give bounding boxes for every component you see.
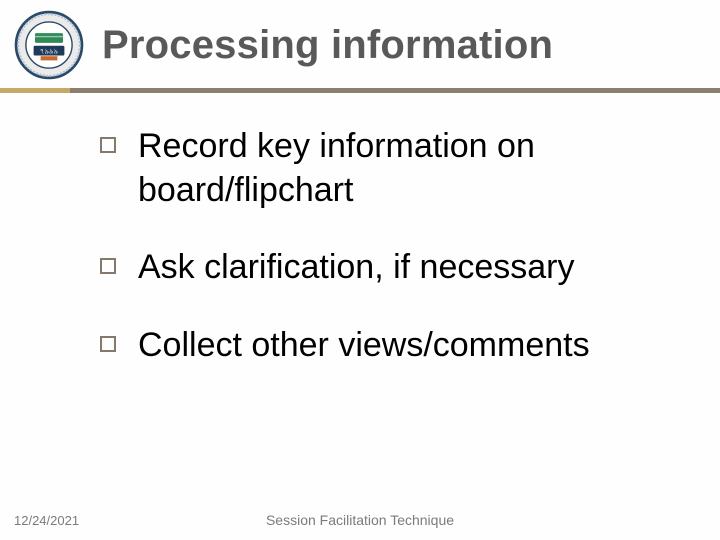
slide: ৭৯৯৯ Processing information Record key i… — [0, 0, 720, 540]
header: ৭৯৯৯ Processing information — [0, 0, 720, 88]
logo-emblem: ৭৯৯৯ — [10, 10, 88, 80]
footer-title: Session Facilitation Technique — [0, 512, 720, 528]
underline-main — [70, 88, 720, 93]
list-item: Record key information on board/flipchar… — [100, 125, 690, 212]
bullet-text: Record key information on board/flipchar… — [138, 125, 690, 212]
square-bullet-icon — [100, 137, 116, 153]
svg-text:৭৯৯৯: ৭৯৯৯ — [40, 48, 59, 55]
square-bullet-icon — [100, 258, 116, 274]
underline-accent — [0, 88, 70, 93]
slide-title: Processing information — [102, 23, 553, 68]
emblem-icon: ৭৯৯৯ — [10, 10, 88, 80]
square-bullet-icon — [100, 336, 116, 352]
title-underline — [0, 88, 720, 93]
bullet-text: Ask clarification, if necessary — [138, 246, 575, 290]
list-item: Collect other views/comments — [100, 324, 690, 368]
bullet-text: Collect other views/comments — [138, 324, 590, 368]
content-area: Record key information on board/flipchar… — [0, 93, 720, 367]
footer-date: 12/24/2021 — [14, 513, 79, 528]
list-item: Ask clarification, if necessary — [100, 246, 690, 290]
footer: 12/24/2021 Session Facilitation Techniqu… — [0, 512, 720, 528]
